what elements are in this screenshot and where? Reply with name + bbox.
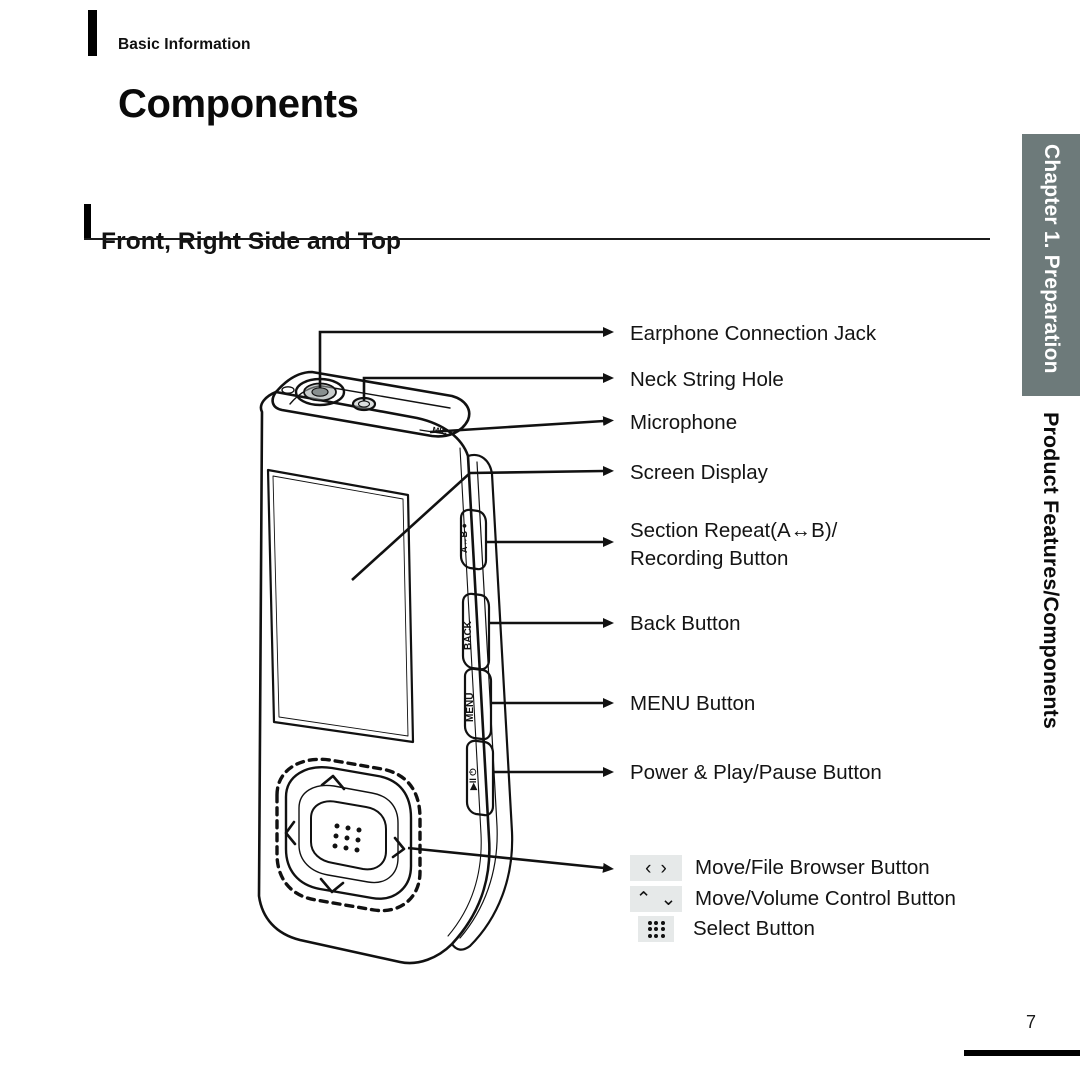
callout-select-button: Select Button bbox=[630, 916, 815, 942]
left-right-chevron-icon: ‹ › bbox=[630, 855, 682, 881]
callout-section-repeat-recording-button: Section Repeat(A↔B)/ Recording Button bbox=[630, 517, 960, 573]
callout-select-label: Select Button bbox=[693, 917, 815, 940]
leader-screen-display bbox=[351, 466, 614, 581]
up-down-chevron-icon: ⌃ ⌄ bbox=[630, 886, 682, 912]
dot-grid-icon bbox=[638, 916, 674, 942]
page-title: Components bbox=[118, 81, 359, 126]
leader-microphone bbox=[429, 416, 614, 434]
device-label-play-pause: ▶II ⏻ bbox=[468, 768, 478, 791]
callout-earphone-connection-jack: Earphone Connection Jack bbox=[630, 322, 877, 345]
leader-neck-string-hole bbox=[362, 373, 614, 401]
leader-navigation-pad bbox=[407, 846, 614, 873]
section-divider bbox=[84, 238, 990, 240]
callout-microphone: Microphone bbox=[630, 411, 738, 434]
device-label-menu: MENU bbox=[465, 693, 476, 722]
callout-move-volume-control-label: Move/Volume Control Button bbox=[695, 887, 956, 910]
chevron-up-icon: ⌃ bbox=[635, 888, 652, 910]
section-accent-bar bbox=[84, 204, 91, 239]
chevron-down-icon: ⌄ bbox=[660, 888, 677, 910]
dot-grid-3x3 bbox=[647, 920, 665, 938]
page-number: 7 bbox=[1025, 1012, 1036, 1032]
callout-move-file-browser-button: ‹ › Move/File Browser Button bbox=[630, 855, 930, 881]
leader-earphone-connection-jack bbox=[318, 327, 614, 388]
chevron-left-icon: ‹ bbox=[645, 857, 652, 879]
callout-neck-string-hole: Neck String Hole bbox=[630, 368, 784, 391]
callout-section-repeat-line2: Recording Button bbox=[630, 547, 789, 570]
footer-rule bbox=[964, 1050, 1080, 1056]
callout-menu-button: MENU Button bbox=[630, 692, 756, 715]
callout-section-repeat-line1: Section Repeat(A↔B)/ bbox=[630, 519, 838, 542]
chevron-right-icon: › bbox=[660, 857, 667, 879]
device-illustration bbox=[257, 370, 514, 965]
chapter-subtitle-label: Product Features/Components bbox=[1039, 412, 1064, 729]
callout-screen-display: Screen Display bbox=[630, 461, 768, 484]
section-title: Front, Right Side and Top bbox=[101, 228, 402, 256]
eyebrow-text: Basic Information bbox=[118, 36, 251, 53]
device-label-ab: A↔B ● bbox=[459, 523, 469, 553]
chapter-tab-label: Chapter 1. Preparation bbox=[1040, 144, 1063, 374]
callout-back-button: Back Button bbox=[630, 612, 741, 635]
callout-move-file-browser-label: Move/File Browser Button bbox=[695, 856, 930, 879]
callout-power-play-pause-button: Power & Play/Pause Button bbox=[630, 761, 882, 784]
chapter-tab-box: Chapter 1. Preparation bbox=[1022, 134, 1080, 396]
callout-move-volume-control-button: ⌃ ⌄ Move/Volume Control Button bbox=[630, 886, 956, 912]
device-label-mic: MIC bbox=[432, 425, 448, 437]
header-accent-bar bbox=[88, 10, 97, 56]
device-label-back: BACK bbox=[463, 620, 474, 650]
chapter-subtitle-area: Product Features/Components bbox=[1022, 408, 1080, 828]
